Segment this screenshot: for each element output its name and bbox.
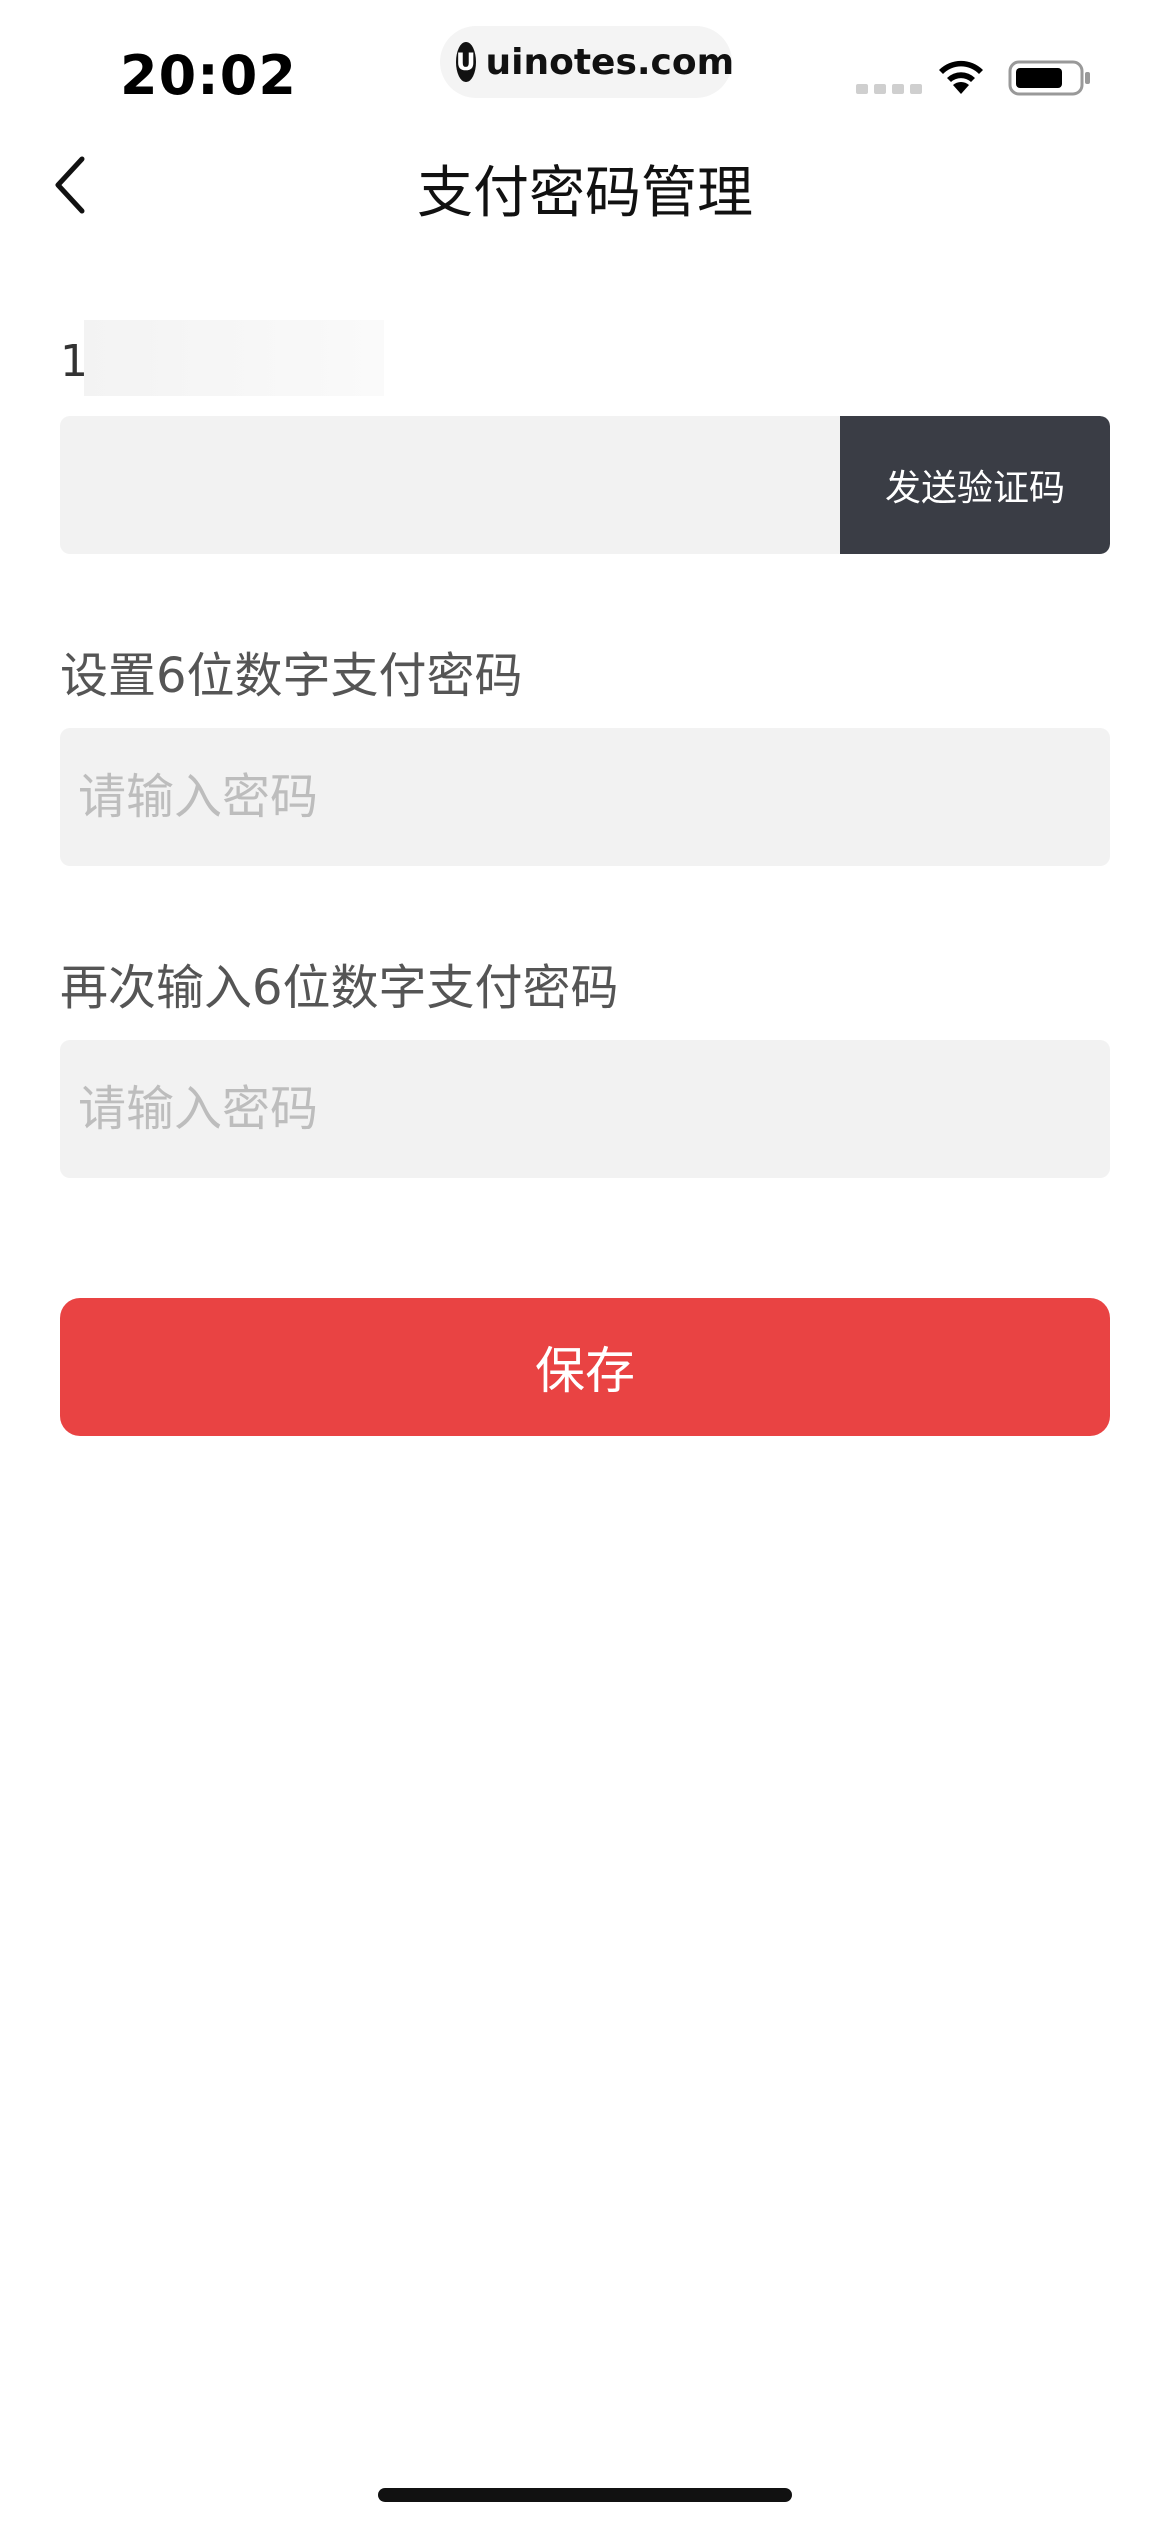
- send-code-button[interactable]: 发送验证码: [840, 416, 1110, 554]
- payment-password-page: 20:02 U uinotes.com 支付密码管理 1 发送验证码 设置6位数…: [0, 0, 1170, 2532]
- phone-number-mask: [84, 320, 384, 396]
- set-password-field: [60, 728, 1110, 866]
- status-bar: 20:02 U uinotes.com: [0, 0, 1170, 140]
- wifi-icon: [939, 60, 983, 94]
- cellular-signal-icon: [856, 84, 922, 94]
- save-button[interactable]: 保存: [60, 1298, 1110, 1436]
- url-pill[interactable]: U uinotes.com: [440, 26, 735, 98]
- confirm-password-field: [60, 1040, 1110, 1178]
- confirm-password-input[interactable]: [60, 1040, 1110, 1178]
- url-text: uinotes.com: [485, 41, 735, 83]
- status-time: 20:02: [120, 44, 297, 107]
- battery-icon: [1008, 60, 1090, 96]
- site-logo-icon: U: [456, 42, 476, 82]
- page-title: 支付密码管理: [417, 161, 753, 226]
- set-password-label: 设置6位数字支付密码: [60, 648, 523, 704]
- home-indicator[interactable]: [378, 2488, 792, 2502]
- verification-code-field: 发送验证码: [60, 416, 1110, 554]
- confirm-password-label: 再次输入6位数字支付密码: [60, 960, 619, 1016]
- set-password-input[interactable]: [60, 728, 1110, 866]
- verification-code-input[interactable]: [60, 416, 840, 554]
